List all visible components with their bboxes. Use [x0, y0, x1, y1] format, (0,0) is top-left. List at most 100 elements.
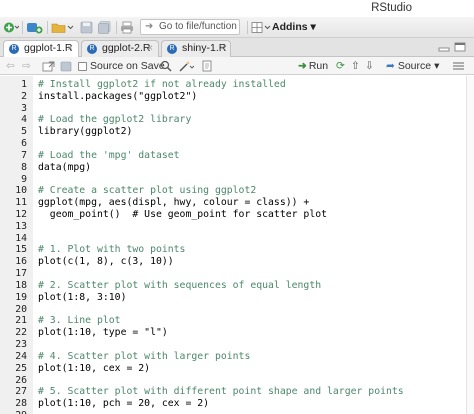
code-line[interactable]: 6: [0, 138, 474, 150]
run-label: Run: [308, 60, 329, 72]
forward-button[interactable]: ⇨: [22, 59, 31, 73]
code-text: install.packages("ggplot2"): [38, 90, 198, 102]
show-in-window-button[interactable]: [42, 59, 55, 73]
code-comment: # 2. Scatter plot with sequences of equa…: [38, 279, 322, 291]
line-number: 2: [21, 90, 27, 102]
code-line[interactable]: 25 plot(1:10, cex = 2): [0, 363, 474, 375]
code-text: plot(1:10, type = "l"): [38, 327, 168, 339]
code-line[interactable]: 1 # Install ggplot2 if not already instal…: [0, 79, 474, 91]
code-text: plot(1:8, 3:10): [38, 291, 127, 303]
new-file-button[interactable]: [2, 20, 20, 35]
code-line[interactable]: 22 plot(1:10, type = "l"): [0, 327, 474, 339]
code-line[interactable]: 4 # Load the ggplot2 library: [0, 114, 474, 126]
code-comment: # 4. Scatter plot with larger points: [38, 350, 251, 362]
code-line[interactable]: 10 # Create a scatter plot using ggplot2: [0, 185, 474, 197]
save-editor-button[interactable]: [60, 59, 72, 73]
close-icon[interactable]: ×: [147, 41, 153, 56]
code-line[interactable]: 11 ggplot(mpg, aes(displ, hwy, colour = c…: [0, 197, 474, 209]
code-line[interactable]: 15 # 1. Plot with two points: [0, 244, 474, 256]
document-outline-button[interactable]: [452, 59, 465, 73]
code-comment: # Create a scatter plot using ggplot2: [38, 185, 257, 197]
close-icon[interactable]: ×: [67, 41, 73, 56]
line-number: 18: [15, 279, 27, 291]
line-number: 5: [21, 126, 27, 138]
code-line[interactable]: 5 library(ggplot2): [0, 126, 474, 138]
line-number: 14: [15, 232, 27, 244]
tab-ggplot-2[interactable]: R ggplot-2.R ×: [81, 40, 159, 57]
vertical-scrollbar[interactable]: [466, 76, 474, 414]
compile-report-button[interactable]: [201, 59, 213, 73]
code-line[interactable]: 24 # 4. Scatter plot with larger points: [0, 351, 474, 363]
save-all-icon: [98, 21, 111, 34]
code-line[interactable]: 7 # Load the 'mpg' dataset: [0, 150, 474, 162]
save-button[interactable]: [79, 20, 95, 35]
workspace-panes-button[interactable]: [251, 20, 271, 35]
print-button[interactable]: [119, 20, 135, 35]
code-line[interactable]: 19 plot(1:8, 3:10): [0, 292, 474, 304]
code-line[interactable]: 14: [0, 233, 474, 245]
line-number: 6: [21, 138, 27, 150]
line-number: 25: [15, 362, 27, 374]
line-number: 21: [15, 315, 27, 327]
minimize-pane-icon[interactable]: [438, 42, 450, 52]
code-line[interactable]: 26: [0, 375, 474, 387]
source-arrow-icon: ➦: [386, 60, 395, 72]
title-bar: RStudio: [0, 0, 474, 17]
code-line[interactable]: 23: [0, 339, 474, 351]
back-button[interactable]: ⇦: [6, 59, 15, 73]
line-number: 9: [21, 173, 27, 185]
line-number: 23: [15, 339, 27, 351]
line-number: 24: [15, 350, 27, 362]
new-project-button[interactable]: [26, 20, 44, 35]
code-line[interactable]: 29: [0, 410, 474, 414]
rerun-button[interactable]: ⟳: [336, 59, 345, 73]
code-line[interactable]: 16 plot(c(1, 8), c(3, 10)): [0, 256, 474, 268]
find-replace-button[interactable]: [160, 59, 172, 73]
go-to-file-placeholder: Go to file/function: [159, 21, 237, 32]
code-line[interactable]: 27 # 5. Scatter plot with different point…: [0, 386, 474, 398]
code-line[interactable]: 3: [0, 103, 474, 115]
code-comment: # Load the ggplot2 library: [38, 114, 192, 126]
tab-ggplot-1[interactable]: R ggplot-1.R ×: [3, 40, 79, 58]
save-icon: [80, 21, 93, 34]
popout-icon: [42, 61, 55, 71]
code-line[interactable]: 17: [0, 268, 474, 280]
code-line[interactable]: 18 # 2. Scatter plot with sequences of eq…: [0, 280, 474, 292]
line-number: 16: [15, 256, 27, 268]
line-number: 7: [21, 149, 27, 161]
code-comment: # 1. Plot with two points: [38, 244, 186, 256]
addins-menu[interactable]: Addins ▾: [272, 21, 316, 33]
open-file-button[interactable]: [51, 20, 75, 35]
chevron-down-icon: ▾: [310, 21, 316, 33]
navigate-down-button[interactable]: ⇩: [365, 59, 374, 73]
tab-shiny-1[interactable]: R shiny-1.R ×: [161, 40, 231, 57]
source-button[interactable]: ➦ Source ▾: [386, 59, 439, 73]
code-line[interactable]: 21 # 3. Line plot: [0, 315, 474, 327]
code-line[interactable]: 20: [0, 304, 474, 316]
line-number: 11: [15, 197, 27, 209]
code-line[interactable]: 2 install.packages("ggplot2"): [0, 91, 474, 103]
line-number: 19: [15, 291, 27, 303]
navigate-up-button[interactable]: ⇧: [351, 59, 360, 73]
addins-label: Addins: [272, 21, 308, 33]
code-editor[interactable]: 1 # Install ggplot2 if not already instal…: [0, 76, 474, 414]
code-line[interactable]: 9: [0, 174, 474, 186]
maximize-pane-icon[interactable]: [454, 42, 466, 52]
source-label: Source: [397, 60, 432, 72]
line-number: 4: [21, 114, 27, 126]
code-line[interactable]: 13: [0, 221, 474, 233]
save-all-button[interactable]: [97, 20, 113, 35]
go-to-file-input[interactable]: ➜ Go to file/function: [140, 19, 240, 35]
source-on-save-checkbox[interactable]: Source on Save: [78, 59, 165, 73]
code-line[interactable]: 28 plot(1:10, pch = 20, cex = 2): [0, 398, 474, 410]
line-number: 17: [15, 268, 27, 280]
close-icon[interactable]: ×: [219, 41, 225, 56]
code-line[interactable]: 8 data(mpg): [0, 162, 474, 174]
line-number: 8: [21, 161, 27, 173]
line-number: 28: [15, 398, 27, 410]
code-text: ggplot(mpg, aes(displ, hwy, colour = cla…: [38, 197, 310, 209]
code-line[interactable]: 12 geom_point() # Use geom_point for sca…: [0, 209, 474, 221]
run-button[interactable]: ➜ Run: [298, 59, 328, 73]
code-tools-button[interactable]: [178, 59, 194, 73]
tab-label: ggplot-1.R: [24, 42, 73, 54]
